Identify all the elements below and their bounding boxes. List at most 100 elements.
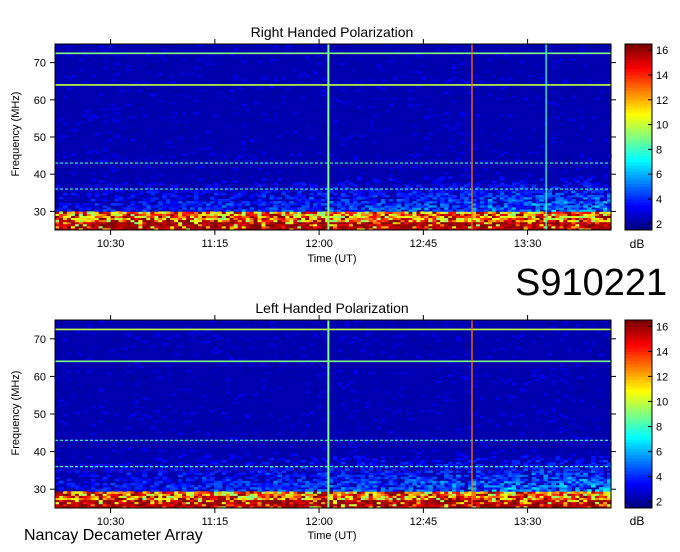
spectrogram-cell (372, 199, 378, 202)
spectrogram-cell (158, 54, 163, 57)
spectrogram-cell (376, 489, 382, 492)
spectrogram-cell (261, 190, 267, 194)
spectrogram-cell (134, 178, 139, 181)
spectrogram-cell (555, 54, 560, 57)
spectrogram-cell (436, 153, 441, 156)
spectrogram-cell (158, 72, 163, 76)
spectrogram-cell (114, 62, 120, 66)
spectrogram-cell (420, 192, 425, 196)
spectrogram-cell (559, 141, 564, 144)
spectrogram-cell (356, 68, 362, 72)
spectrogram-cell (66, 46, 72, 49)
spectrogram-cell (579, 126, 584, 130)
spectrogram-cell (305, 75, 310, 78)
spectrogram-cell (198, 58, 203, 61)
spectrogram-cell (221, 205, 227, 208)
spectrogram-cell (178, 194, 183, 198)
spectrogram-cell (404, 211, 410, 214)
spectrogram-cell (66, 196, 72, 200)
spectrogram-cell (456, 182, 461, 185)
spectrogram-cell (285, 46, 290, 49)
spectrogram-cell (539, 118, 545, 121)
spectrogram-cell (535, 134, 541, 138)
spectrogram-cell (126, 68, 132, 72)
spectrogram-cell (456, 205, 461, 208)
spectrogram-cell (487, 491, 493, 494)
spectrogram-cell (313, 79, 318, 82)
spectrogram-cell (551, 62, 556, 66)
spectrogram-cell (499, 153, 505, 156)
spectrogram-cell (146, 103, 151, 107)
spectrogram-cell (146, 128, 151, 132)
spectrogram-cell (62, 203, 68, 206)
spectrogram-cell (217, 91, 223, 94)
spectrogram-cell (567, 157, 572, 161)
spectrogram-cell (523, 46, 529, 49)
spectrogram-cell (400, 50, 406, 53)
spectrogram-cell (90, 75, 96, 78)
spectrogram-cell (78, 491, 84, 494)
spectrogram-cell (416, 103, 421, 107)
spectrogram-cell (440, 81, 445, 84)
spectrogram-cell (539, 211, 545, 214)
spectrogram-cell (539, 101, 545, 105)
spectrogram-cell (515, 48, 521, 51)
spectrogram-cell (90, 172, 96, 175)
spectrogram-cell (261, 110, 267, 113)
spectrogram-cell (249, 194, 255, 198)
spectrogram-cell (404, 60, 410, 63)
spectrogram-cell (106, 139, 112, 142)
spectrogram-cell (285, 60, 290, 63)
spectrogram-cell (571, 87, 576, 90)
spectrogram-cell (460, 79, 465, 82)
spectrogram-cell (416, 54, 421, 57)
spectrogram-cell (261, 182, 267, 185)
spectrogram-cell (146, 70, 151, 74)
spectrogram-cell (487, 192, 493, 196)
spectrogram-cell (535, 114, 541, 117)
spectrogram-cell (559, 75, 564, 78)
spectrogram-cell (66, 491, 72, 494)
spectrogram-cell (519, 137, 525, 140)
spectrogram-cell (515, 114, 521, 117)
spectrogram-cell (555, 132, 560, 136)
spectrogram-cell (293, 155, 298, 159)
spectrogram-cell (281, 91, 286, 94)
spectrogram-cell (444, 487, 449, 490)
spectrogram-cell (162, 211, 167, 214)
spectrogram-cell (551, 132, 556, 136)
spectrogram-cell (380, 68, 386, 72)
spectrogram-cell (372, 97, 378, 101)
spectrogram-cell (404, 184, 410, 187)
spectrogram-cell (428, 108, 433, 111)
spectrogram-cell (110, 116, 116, 119)
spectrogram-cell (360, 201, 366, 204)
spectrogram-cell (372, 114, 378, 117)
spectrogram-cell (82, 184, 88, 187)
spectrogram-cell (372, 58, 378, 61)
spectrogram-cell (444, 196, 449, 200)
spectrogram-cell (388, 199, 394, 202)
spectrogram-cell (519, 60, 525, 63)
spectrogram-cell (241, 190, 247, 194)
spectrogram-cell (253, 153, 259, 156)
spectrogram-cell (297, 170, 302, 173)
spectrogram-cell (98, 108, 104, 111)
spectrogram-cell (82, 114, 88, 117)
spectrogram-cell (170, 101, 175, 105)
spectrogram-cell (329, 153, 334, 156)
spectrogram-cell (416, 70, 421, 74)
spectrogram-cell (66, 203, 72, 206)
spectrogram-cell (66, 482, 72, 486)
spectrogram-cell (190, 489, 195, 492)
spectrogram-cell (321, 163, 326, 167)
spectrogram-cell (186, 194, 191, 198)
spectrogram-cell (233, 491, 239, 494)
spectrogram-cell (138, 201, 143, 204)
spectrogram-cell (404, 130, 410, 134)
spectrogram-cell (356, 62, 362, 66)
spectrogram-cell (507, 122, 513, 125)
spectrogram-cell (182, 203, 187, 206)
spectrogram-cell (110, 108, 116, 111)
spectrogram-cell (503, 99, 509, 103)
